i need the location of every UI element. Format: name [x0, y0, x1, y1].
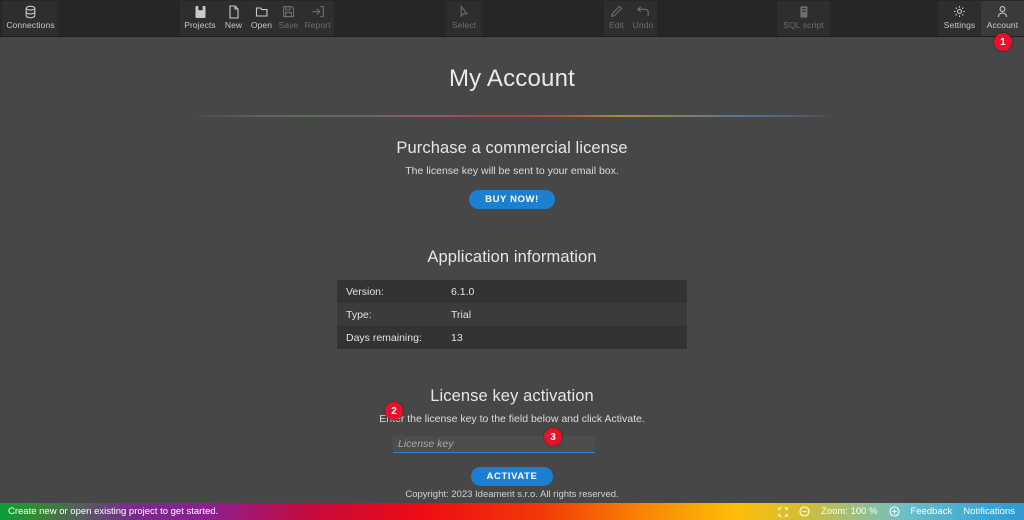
notifications-link[interactable]: Notifications — [963, 506, 1015, 517]
table-row: Version: 6.1.0 — [337, 280, 687, 303]
feedback-link[interactable]: Feedback — [911, 506, 953, 517]
rainbow-divider — [192, 115, 832, 117]
save-floppy-icon — [282, 4, 295, 19]
toolbar-group-tools: Select — [445, 1, 483, 36]
toolbar-label-save: Save — [279, 20, 299, 30]
page-title: My Account — [0, 65, 1024, 93]
toolbar-label-settings: Settings — [944, 20, 976, 30]
toolbar-group-account: Settings Account — [938, 1, 1024, 36]
toolbar-item-report[interactable]: Report — [301, 1, 334, 36]
license-activation-section: License key activation Enter the license… — [0, 387, 1024, 486]
zoom-in-icon[interactable] — [889, 506, 900, 517]
toolbar-group-edit: Edit Undo — [604, 1, 657, 36]
toolbar-item-open[interactable]: Open — [247, 1, 276, 36]
database-icon — [24, 4, 37, 19]
top-toolbar: Connections Projects — [0, 0, 1024, 37]
license-key-input[interactable] — [393, 436, 595, 453]
license-activation-heading: License key activation — [0, 387, 1024, 406]
table-row: Type: Trial — [337, 303, 687, 326]
cursor-arrow-icon — [459, 4, 470, 19]
toolbar-label-undo: Undo — [633, 20, 654, 30]
step-badge-2: 2 — [385, 402, 403, 420]
toolbar-item-new[interactable]: New — [220, 1, 247, 36]
toolbar-group-script: SQL script — [777, 1, 830, 36]
toolbar-label-connections: Connections — [6, 20, 54, 30]
info-key-version: Version: — [337, 280, 442, 303]
purchase-subtext: The license key will be sent to your ema… — [0, 165, 1024, 177]
report-export-icon — [311, 4, 325, 19]
info-key-type: Type: — [337, 303, 442, 326]
activate-button[interactable]: ACTIVATE — [471, 467, 554, 486]
purchase-section: Purchase a commercial license The licens… — [0, 139, 1024, 209]
table-row: Days remaining: 13 — [337, 326, 687, 349]
info-value-type: Trial — [442, 303, 687, 326]
toolbar-item-settings[interactable]: Settings — [938, 1, 981, 36]
application-information-heading: Application information — [0, 248, 1024, 267]
application-information-section: Application information Version: 6.1.0 T… — [0, 248, 1024, 349]
toolbar-item-connections[interactable]: Connections — [2, 1, 59, 36]
undo-arrow-icon — [636, 4, 650, 19]
toolbar-item-account[interactable]: Account — [981, 1, 1024, 36]
toolbar-label-open: Open — [251, 20, 272, 30]
sql-script-icon — [798, 4, 810, 19]
toolbar-label-edit: Edit — [609, 20, 624, 30]
gear-icon — [953, 4, 966, 19]
toolbar-item-projects[interactable]: Projects — [180, 1, 220, 36]
open-folder-icon — [255, 4, 269, 19]
projects-card-icon — [194, 4, 207, 19]
license-activation-subtext: Enter the license key to the field below… — [0, 413, 1024, 425]
toolbar-label-report: Report — [304, 20, 330, 30]
status-bar: Create new or open existing project to g… — [0, 503, 1024, 520]
application-window: Connections Projects — [0, 0, 1024, 520]
zoom-out-icon[interactable] — [799, 506, 810, 517]
toolbar-label-projects: Projects — [184, 20, 216, 30]
account-page-content: My Account Purchase a commercial license… — [0, 37, 1024, 503]
purchase-heading: Purchase a commercial license — [0, 139, 1024, 158]
toolbar-group-project: Projects New Open — [180, 1, 334, 36]
info-value-days-remaining: 13 — [442, 326, 687, 349]
toolbar-item-sql-script[interactable]: SQL script — [777, 1, 830, 36]
info-value-version: 6.1.0 — [442, 280, 687, 303]
status-bar-controls: Zoom: 100 % Feedback Notifications — [778, 506, 1024, 517]
fullscreen-icon[interactable] — [778, 507, 788, 517]
buy-now-button[interactable]: BUY NOW! — [469, 190, 555, 209]
toolbar-group-connections: Connections — [2, 1, 59, 36]
status-message: Create new or open existing project to g… — [0, 506, 218, 517]
toolbar-label-new: New — [225, 20, 242, 30]
toolbar-item-undo[interactable]: Undo — [629, 1, 657, 36]
step-badge-1: 1 — [994, 33, 1012, 51]
toolbar-item-edit[interactable]: Edit — [604, 1, 629, 36]
zoom-level-label: Zoom: 100 % — [821, 506, 878, 517]
toolbar-label-account: Account — [987, 20, 1018, 30]
pencil-icon — [610, 4, 623, 19]
toolbar-label-sql-script: SQL script — [783, 20, 823, 30]
copyright-text: Copyright: 2023 Ideamerit s.r.o. All rig… — [0, 489, 1024, 500]
user-person-icon — [996, 4, 1009, 19]
license-key-row — [337, 436, 687, 453]
application-information-table: Version: 6.1.0 Type: Trial Days remainin… — [337, 280, 687, 349]
new-document-icon — [228, 4, 240, 19]
toolbar-label-select: Select — [452, 20, 476, 30]
step-badge-3: 3 — [544, 428, 562, 446]
toolbar-item-save[interactable]: Save — [276, 1, 301, 36]
toolbar-item-select[interactable]: Select — [445, 1, 483, 36]
info-key-days-remaining: Days remaining: — [337, 326, 442, 349]
